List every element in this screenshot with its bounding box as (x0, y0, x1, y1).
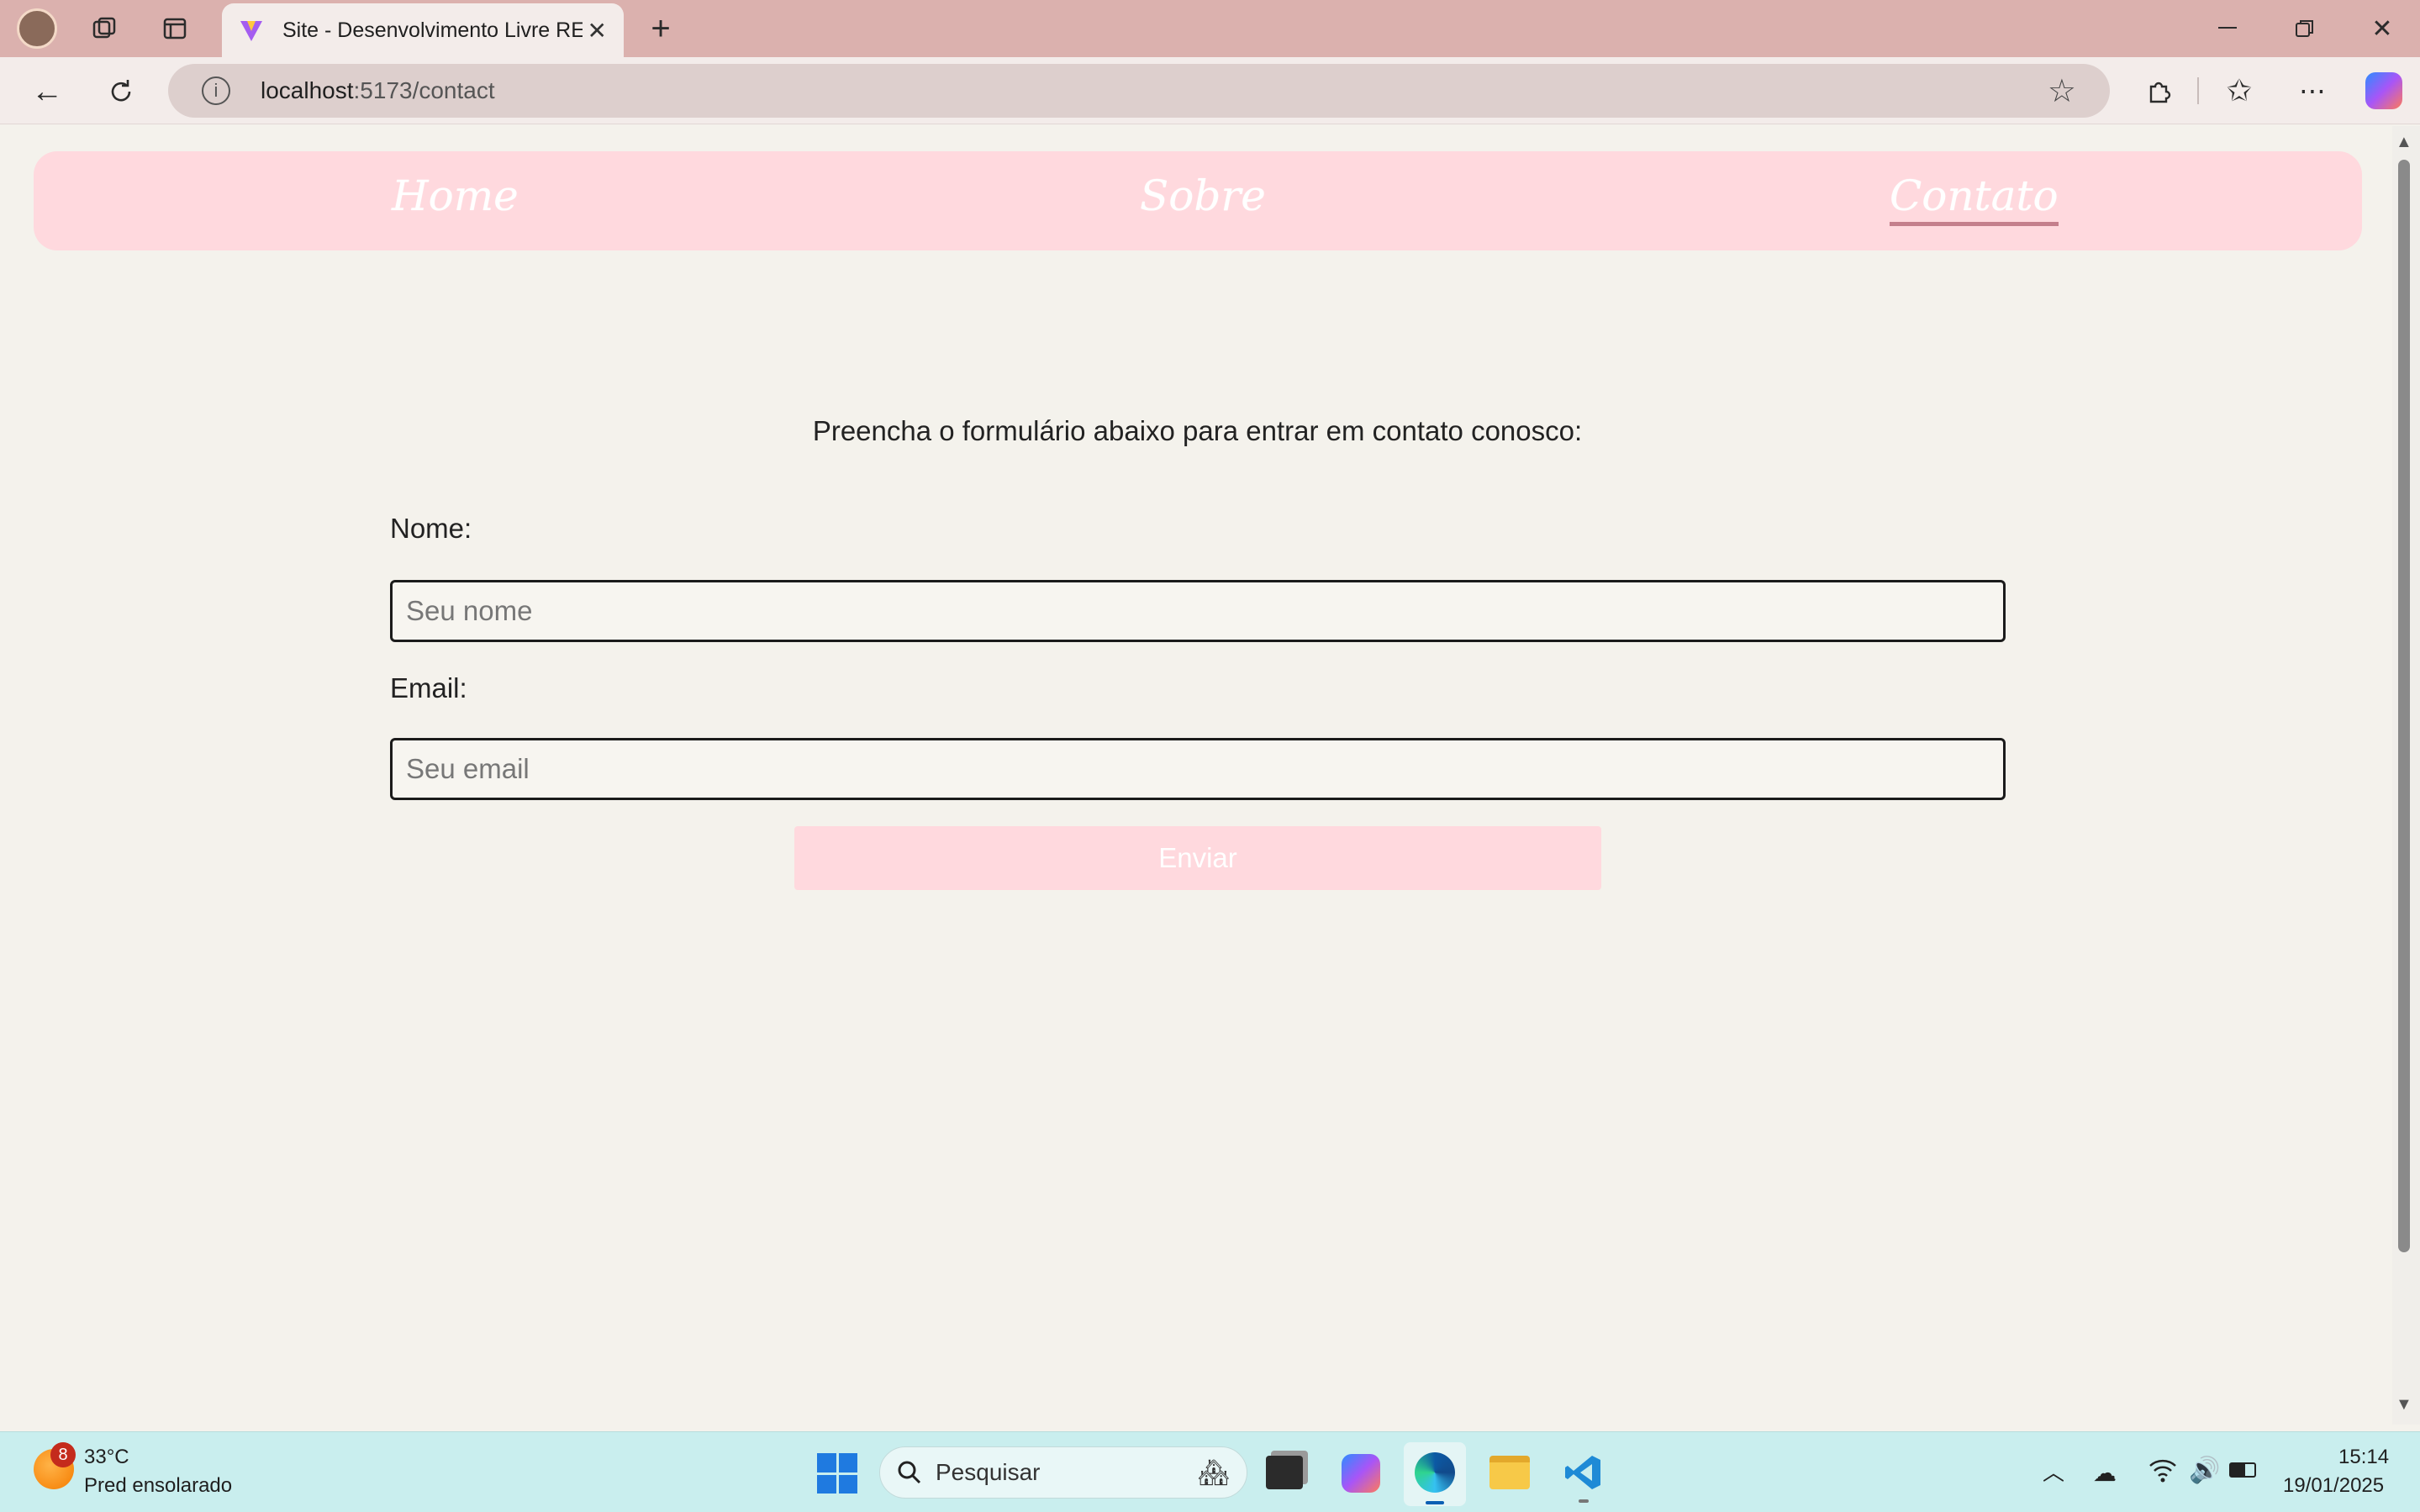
close-tab-icon[interactable]: ✕ (588, 17, 607, 45)
edge-browser-icon[interactable] (1404, 1442, 1466, 1506)
submit-button[interactable]: Enviar (794, 826, 1601, 890)
tab-title: Site - Desenvolvimento Livre REACT (282, 18, 583, 42)
search-highlight-houses-icon: 🏘 (1197, 1458, 1230, 1487)
vscode-icon[interactable] (1563, 1452, 1604, 1493)
copilot-taskbar-icon[interactable] (1342, 1454, 1380, 1493)
clock-time[interactable]: 15:14 (2338, 1446, 2389, 1469)
scroll-up-arrow-icon[interactable]: ▲ (2396, 133, 2412, 152)
scrollbar-thumb[interactable] (2398, 160, 2410, 1252)
url-path: :5173/contact (353, 77, 495, 103)
contact-intro-text: Preencha o formulário abaixo para entrar… (812, 415, 1583, 446)
scroll-down-arrow-icon[interactable]: ▼ (2396, 1395, 2412, 1415)
favorite-star-icon[interactable]: ☆ (2048, 72, 2076, 110)
show-hidden-icons-icon[interactable]: ︿ (2043, 1456, 2064, 1487)
vscode-running-indicator (1579, 1499, 1589, 1503)
favorites-icon[interactable]: ✩ (2219, 71, 2259, 111)
new-tab-icon[interactable]: + (642, 10, 679, 47)
profile-avatar[interactable] (17, 8, 57, 49)
workspaces-icon[interactable] (87, 12, 121, 45)
url-host: localhost (261, 77, 354, 103)
minimize-window-icon[interactable] (2209, 12, 2246, 45)
site-info-icon[interactable]: i (202, 76, 230, 105)
wifi-icon[interactable] (2148, 1457, 2177, 1487)
nav-link-sobre[interactable]: Sobre (1140, 171, 1266, 220)
task-view-icon[interactable] (1266, 1456, 1303, 1489)
email-label: Email: (390, 672, 467, 703)
clock-date[interactable]: 19/01/2025 (2283, 1474, 2384, 1498)
taskbar-search[interactable]: Pesquisar 🏘 (879, 1446, 1247, 1499)
start-windows-icon[interactable] (817, 1453, 857, 1494)
toolbar-divider (2197, 77, 2199, 104)
restore-window-icon[interactable] (2286, 12, 2323, 45)
copilot-icon[interactable] (2365, 72, 2402, 109)
onedrive-sync-icon[interactable]: ☁ (2093, 1459, 2117, 1487)
vertical-tabs-icon[interactable] (158, 12, 192, 45)
vite-logo-icon (239, 18, 264, 43)
extensions-icon[interactable] (2138, 71, 2179, 111)
file-explorer-icon[interactable] (1489, 1456, 1530, 1489)
weather-desc[interactable]: Pred ensolarado (84, 1474, 232, 1498)
close-window-icon[interactable]: ✕ (2364, 12, 2401, 45)
back-icon[interactable]: ← (27, 72, 67, 111)
battery-icon[interactable] (2229, 1462, 2256, 1478)
name-label: Nome: (390, 513, 472, 544)
nav-link-home[interactable]: Home (392, 171, 519, 220)
weather-badge: 8 (50, 1442, 76, 1467)
search-icon (897, 1460, 922, 1485)
reload-icon[interactable] (101, 72, 141, 111)
volume-icon[interactable]: 🔊 (2189, 1456, 2220, 1485)
email-input[interactable] (390, 738, 2006, 800)
weather-temp[interactable]: 33°C (84, 1446, 129, 1469)
name-input[interactable] (390, 580, 2006, 642)
more-options-icon[interactable]: ⋯ (2293, 71, 2333, 111)
taskbar-search-placeholder: Pesquisar (936, 1459, 1041, 1485)
browser-tab-active[interactable]: Site - Desenvolvimento Livre REACT ✕ (222, 3, 624, 57)
weather-badge-count: 8 (58, 1445, 68, 1464)
address-bar[interactable]: i localhost:5173/contact ☆ (168, 64, 2110, 118)
nav-link-contato[interactable]: Contato (1890, 171, 2059, 226)
